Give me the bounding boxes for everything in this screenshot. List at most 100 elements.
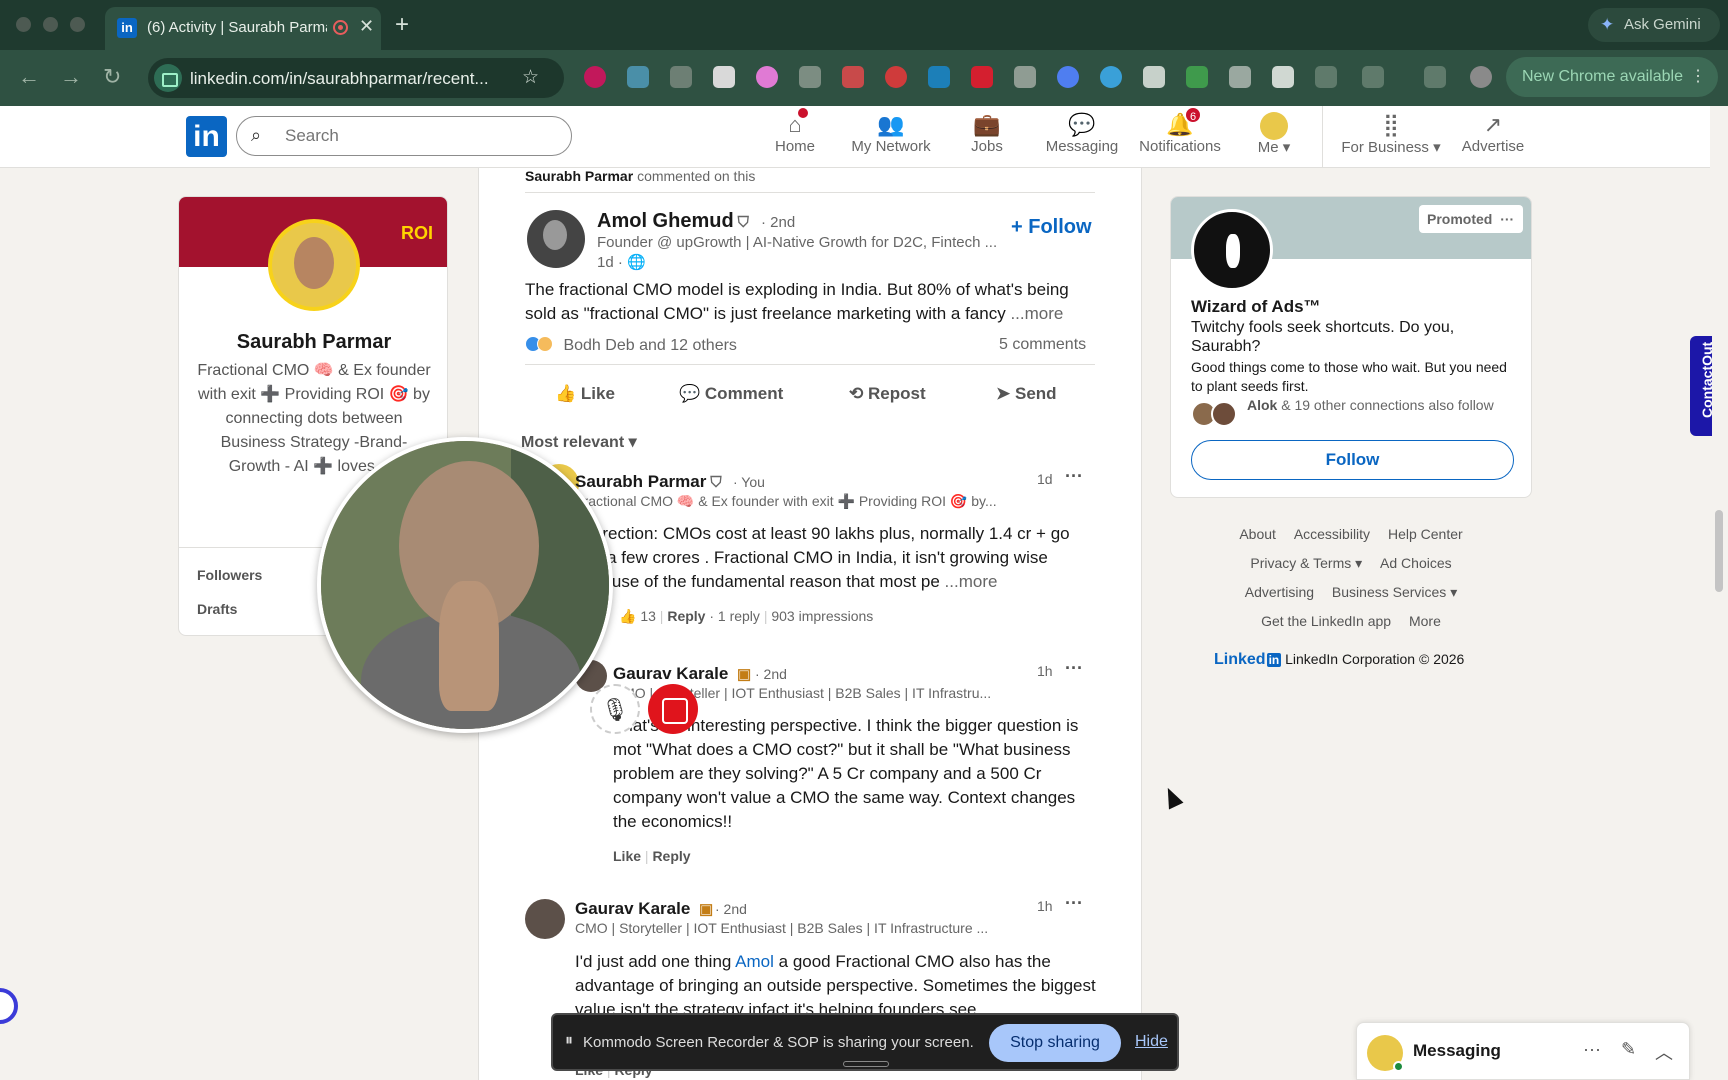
stop-sharing-button[interactable]: Stop sharing [989,1024,1121,1062]
extension-icon[interactable] [670,66,692,88]
messaging-dock[interactable]: Messaging ··· ✎ ︿ [1356,1022,1690,1080]
puzzle-extensions-icon[interactable] [1362,66,1384,88]
advertiser-name[interactable]: Wizard of Ads™ [1191,297,1321,317]
wizard-of-ads-logo-icon[interactable] [1191,209,1273,291]
mention-link[interactable]: Amol [735,952,774,971]
extension-icon[interactable] [928,66,950,88]
microphone-icon[interactable]: 🎙 [590,684,640,734]
nav-jobs[interactable]: 💼 Jobs [966,112,1008,155]
footer-help-link[interactable]: Help Center [1388,526,1463,542]
new-tab-button[interactable]: + [395,11,409,39]
repost-button[interactable]: ⟲ Repost [849,384,926,404]
compose-icon[interactable]: ✎ [1621,1039,1636,1060]
extension-icon[interactable] [885,66,907,88]
post-author-avatar[interactable] [527,210,585,268]
extension-icon[interactable] [1315,66,1337,88]
reply-reply-button[interactable]: Reply [652,848,690,864]
comment-like-count[interactable]: 13 [640,608,656,624]
followers-link[interactable]: Followers [197,567,262,583]
footer-about-link[interactable]: About [1239,526,1276,542]
extension-icon[interactable] [1143,66,1165,88]
extension-icon[interactable] [1057,66,1079,88]
back-arrow-icon[interactable]: ← [18,64,40,90]
context-actor[interactable]: Saurabh Parmar [525,168,633,184]
footer-more-link[interactable]: More [1409,613,1441,629]
comment-button[interactable]: 💬 Comment [679,384,783,404]
extension-icon[interactable] [713,66,735,88]
extension-icon[interactable] [842,66,864,88]
reply-count-link[interactable]: · 1 reply [709,608,760,624]
drafts-link[interactable]: Drafts [197,601,237,617]
comment-more-icon[interactable]: ··· [1065,466,1083,487]
footer-advertising-link[interactable]: Advertising [1245,584,1314,600]
nav-messaging[interactable]: 💬 Messaging [1044,112,1120,155]
address-bar[interactable]: linkedin.com/in/saurabhparmar/recent... … [148,58,564,98]
footer-adchoices-link[interactable]: Ad Choices [1380,555,1452,571]
like-button[interactable]: 👍 Like [555,384,615,404]
webcam-bubble[interactable] [317,437,613,733]
footer-privacy-link[interactable]: Privacy & Terms ▾ [1250,555,1362,571]
footer-app-link[interactable]: Get the LinkedIn app [1261,613,1391,629]
forward-arrow-icon[interactable]: → [60,64,82,90]
timer-extension-icon[interactable] [1186,66,1208,88]
scrollbar-thumb[interactable] [1715,510,1723,592]
stop-recording-button[interactable] [648,684,698,734]
send-button[interactable]: ➤ Send [996,384,1057,404]
post-author-name[interactable]: Amol Ghemud ⛉ [597,210,749,233]
page-scrollbar[interactable] [1712,106,1728,1080]
extension-icon[interactable] [799,66,821,88]
reply-like-button[interactable]: Like [613,848,641,864]
reload-icon[interactable]: ↻ [103,64,121,90]
extension-icon[interactable] [1229,66,1251,88]
profile-avatar[interactable] [268,219,360,311]
search-input[interactable] [285,126,555,146]
comments-count-link[interactable]: 5 comments [999,336,1086,354]
follow-author-button[interactable]: + Follow [1011,216,1092,239]
ask-gemini-button[interactable]: ✦ Ask Gemini [1588,8,1720,42]
pause-icon[interactable]: ⏸ [565,1032,573,1050]
hide-share-bar-link[interactable]: Hide [1135,1033,1168,1051]
nav-for-business[interactable]: ⣿ For Business ▾ [1338,112,1444,156]
chrome-update-button[interactable]: New Chrome available ⋮ [1506,57,1718,97]
window-minimize-button[interactable] [43,17,58,32]
profile-avatar-icon[interactable] [1470,66,1492,88]
close-tab-icon[interactable]: ✕ [359,16,374,37]
see-more-link[interactable]: ...more [945,572,998,591]
extension-icon[interactable] [971,66,993,88]
comment-more-icon[interactable]: ··· [1065,893,1083,914]
nav-home[interactable]: ⌂ Home [770,106,820,155]
window-zoom-button[interactable] [70,17,85,32]
more-options-icon[interactable]: ··· [1583,1039,1601,1060]
download-icon[interactable] [1424,66,1446,88]
search-box[interactable]: ⌕ [236,116,572,156]
site-camera-icon[interactable] [154,64,182,92]
comment-author-avatar[interactable] [525,899,565,939]
nav-my-network[interactable]: 👥 My Network [848,112,934,155]
footer-business-link[interactable]: Business Services ▾ [1332,584,1457,600]
reply-more-icon[interactable]: ··· [1065,658,1083,679]
chevron-up-icon[interactable]: ︿ [1655,1039,1673,1065]
ad-more-icon[interactable]: ··· [1500,211,1514,227]
see-more-link[interactable]: ...more [1010,304,1063,323]
extension-icon[interactable] [756,66,778,88]
browser-tab-active[interactable]: in (6) Activity | Saurabh Parmar ✕ [105,7,381,50]
linkedin-logo-icon[interactable]: in [186,116,227,157]
extension-icon[interactable] [584,66,606,88]
profile-name[interactable]: Saurabh Parmar [179,331,447,354]
bookmark-star-icon[interactable]: ☆ [522,66,539,89]
ad-follow-button[interactable]: Follow [1191,440,1514,480]
nav-advertise[interactable]: ↗ Advertise [1460,112,1526,155]
extension-icon[interactable] [1014,66,1036,88]
extension-icon[interactable] [1272,66,1294,88]
reactions-summary[interactable]: Bodh Deb and 12 others [525,336,737,355]
comment-reply-button[interactable]: Reply [667,608,705,624]
kebab-menu-icon[interactable]: ⋮ [1690,57,1706,97]
comment-author-name[interactable]: Gaurav Karale ▣ [575,899,713,919]
drag-handle[interactable] [843,1061,889,1067]
nav-notifications[interactable]: 🔔 6 Notifications [1132,106,1228,155]
recorder-launcher-icon[interactable] [0,988,18,1024]
extension-icon[interactable] [1100,66,1122,88]
extension-icon[interactable] [627,66,649,88]
reply-author-name[interactable]: Gaurav Karale ▣ [613,664,751,684]
window-close-button[interactable] [16,17,31,32]
